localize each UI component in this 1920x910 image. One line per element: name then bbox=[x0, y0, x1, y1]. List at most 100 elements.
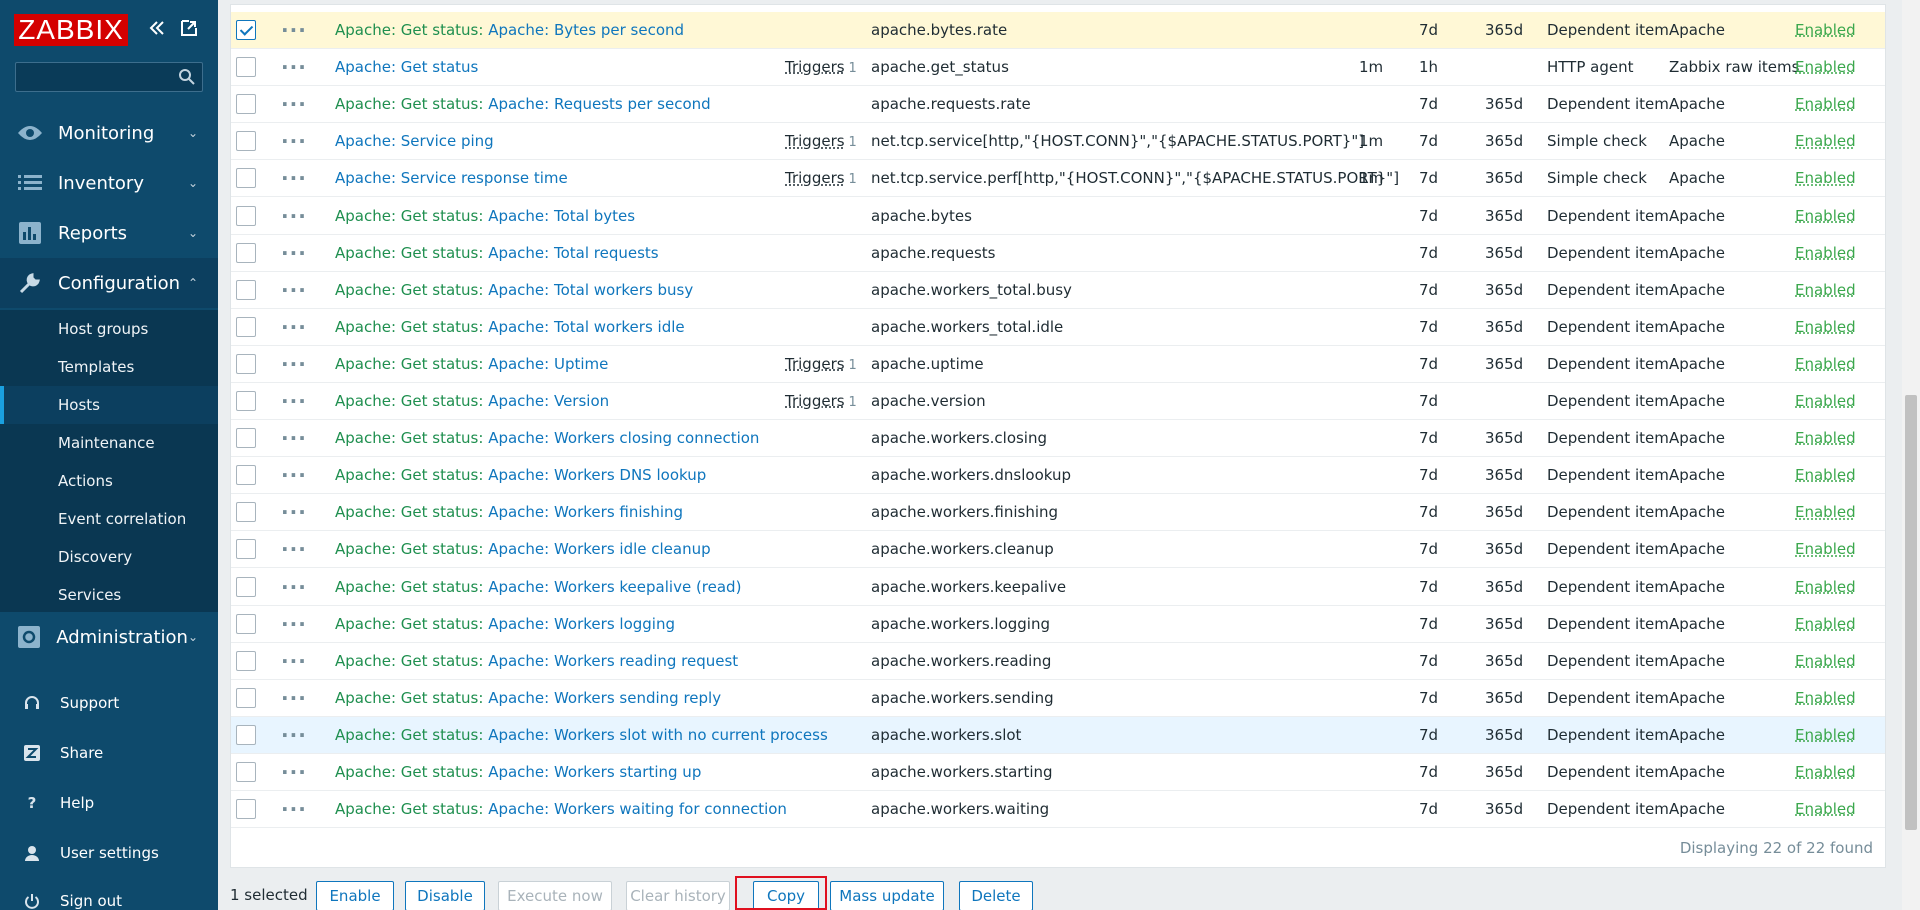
master-item-link[interactable]: Apache: Get status: bbox=[335, 615, 488, 633]
item-status-toggle[interactable]: Enabled bbox=[1795, 198, 1856, 235]
submenu-hosts[interactable]: Hosts bbox=[0, 386, 218, 424]
item-status-toggle[interactable]: Enabled bbox=[1795, 606, 1856, 643]
menu-monitoring[interactable]: Monitoring ⌄ bbox=[0, 108, 218, 158]
item-status-toggle[interactable]: Enabled bbox=[1795, 160, 1856, 197]
share-link[interactable]: Share bbox=[0, 728, 218, 778]
kiosk-mode-icon[interactable] bbox=[178, 18, 200, 40]
row-menu-icon[interactable]: ··· bbox=[281, 717, 307, 754]
master-item-link[interactable]: Apache: Get status: bbox=[335, 355, 488, 373]
row-checkbox[interactable] bbox=[236, 279, 256, 300]
master-item-link[interactable]: Apache: Get status: bbox=[335, 800, 488, 818]
item-status-toggle[interactable]: Enabled bbox=[1795, 643, 1856, 680]
master-item-link[interactable]: Apache: Get status: bbox=[335, 466, 488, 484]
row-checkbox[interactable] bbox=[236, 428, 256, 449]
row-menu-icon[interactable]: ··· bbox=[281, 606, 307, 643]
item-status-toggle[interactable]: Enabled bbox=[1795, 383, 1856, 420]
item-status-toggle[interactable]: Enabled bbox=[1795, 12, 1856, 49]
row-checkbox[interactable] bbox=[236, 168, 256, 189]
item-status-toggle[interactable]: Enabled bbox=[1795, 49, 1856, 86]
row-menu-icon[interactable]: ··· bbox=[281, 531, 307, 568]
item-status-toggle[interactable]: Enabled bbox=[1795, 272, 1856, 309]
row-checkbox[interactable] bbox=[236, 57, 256, 78]
master-item-link[interactable]: Apache: Get status: bbox=[335, 540, 488, 558]
enable-button[interactable]: Enable bbox=[316, 881, 394, 910]
item-name-link[interactable]: Apache: Workers waiting for connection bbox=[488, 800, 787, 818]
row-menu-icon[interactable]: ··· bbox=[281, 420, 307, 457]
item-name-link[interactable]: Apache: Total workers busy bbox=[488, 281, 693, 299]
row-checkbox[interactable] bbox=[236, 687, 256, 708]
row-menu-icon[interactable]: ··· bbox=[281, 309, 307, 346]
item-name-link[interactable]: Apache: Total workers idle bbox=[488, 318, 684, 336]
page-scrollbar[interactable] bbox=[1902, 0, 1920, 910]
item-name-link[interactable]: Apache: Workers logging bbox=[488, 615, 675, 633]
item-status-toggle[interactable]: Enabled bbox=[1795, 680, 1856, 717]
item-status-toggle[interactable]: Enabled bbox=[1795, 754, 1856, 791]
master-item-link[interactable]: Apache: Get status: bbox=[335, 503, 488, 521]
row-checkbox[interactable] bbox=[236, 20, 256, 40]
user-settings-link[interactable]: User settings bbox=[0, 828, 218, 878]
row-menu-icon[interactable]: ··· bbox=[281, 12, 307, 49]
row-checkbox[interactable] bbox=[236, 94, 256, 115]
item-name-link[interactable]: Apache: Uptime bbox=[488, 355, 608, 373]
support-link[interactable]: Support bbox=[0, 678, 218, 728]
master-item-link[interactable]: Apache: Get status: bbox=[335, 763, 488, 781]
submenu-maintenance[interactable]: Maintenance bbox=[0, 424, 218, 462]
item-status-toggle[interactable]: Enabled bbox=[1795, 86, 1856, 123]
row-menu-icon[interactable]: ··· bbox=[281, 569, 307, 606]
item-name-link[interactable]: Apache: Workers starting up bbox=[488, 763, 701, 781]
item-status-toggle[interactable]: Enabled bbox=[1795, 346, 1856, 383]
row-checkbox[interactable] bbox=[236, 650, 256, 671]
row-checkbox[interactable] bbox=[236, 724, 256, 745]
master-item-link[interactable]: Apache: Get status: bbox=[335, 392, 488, 410]
item-status-toggle[interactable]: Enabled bbox=[1795, 309, 1856, 346]
delete-button[interactable]: Delete bbox=[959, 881, 1033, 910]
master-item-link[interactable]: Apache: Get status: bbox=[335, 318, 488, 336]
row-menu-icon[interactable]: ··· bbox=[281, 235, 307, 272]
menu-administration[interactable]: Administration ⌄ bbox=[0, 612, 218, 662]
item-name-link[interactable]: Apache: Service response time bbox=[335, 169, 568, 187]
menu-inventory[interactable]: Inventory ⌄ bbox=[0, 158, 218, 208]
row-checkbox[interactable] bbox=[236, 613, 256, 634]
triggers-link[interactable]: Triggers 1 bbox=[785, 160, 857, 197]
row-checkbox[interactable] bbox=[236, 205, 256, 226]
scrollbar-thumb[interactable] bbox=[1905, 395, 1917, 830]
row-menu-icon[interactable]: ··· bbox=[281, 123, 307, 160]
submenu-host-groups[interactable]: Host groups bbox=[0, 310, 218, 348]
item-name-link[interactable]: Apache: Workers closing connection bbox=[488, 429, 759, 447]
item-status-toggle[interactable]: Enabled bbox=[1795, 531, 1856, 568]
row-menu-icon[interactable]: ··· bbox=[281, 643, 307, 680]
submenu-actions[interactable]: Actions bbox=[0, 462, 218, 500]
item-name-link[interactable]: Apache: Requests per second bbox=[488, 95, 710, 113]
master-item-link[interactable]: Apache: Get status: bbox=[335, 281, 488, 299]
collapse-sidebar-icon[interactable] bbox=[146, 18, 168, 40]
master-item-link[interactable]: Apache: Get status: bbox=[335, 207, 488, 225]
item-name-link[interactable]: Apache: Version bbox=[488, 392, 609, 410]
submenu-discovery[interactable]: Discovery bbox=[0, 538, 218, 576]
master-item-link[interactable]: Apache: Get status: bbox=[335, 95, 488, 113]
row-menu-icon[interactable]: ··· bbox=[281, 198, 307, 235]
submenu-services[interactable]: Services bbox=[0, 576, 218, 614]
item-name-link[interactable]: Apache: Total requests bbox=[488, 244, 658, 262]
item-name-link[interactable]: Apache: Get status bbox=[335, 58, 478, 76]
master-item-link[interactable]: Apache: Get status: bbox=[335, 726, 488, 744]
row-menu-icon[interactable]: ··· bbox=[281, 791, 307, 828]
row-menu-icon[interactable]: ··· bbox=[281, 346, 307, 383]
row-checkbox[interactable] bbox=[236, 316, 256, 337]
row-checkbox[interactable] bbox=[236, 762, 256, 782]
item-name-link[interactable]: Apache: Workers idle cleanup bbox=[488, 540, 710, 558]
triggers-link[interactable]: Triggers 1 bbox=[785, 49, 857, 86]
triggers-link[interactable]: Triggers 1 bbox=[785, 123, 857, 160]
row-checkbox[interactable] bbox=[236, 539, 256, 560]
item-name-link[interactable]: Apache: Workers DNS lookup bbox=[488, 466, 706, 484]
row-checkbox[interactable] bbox=[236, 131, 256, 152]
item-name-link[interactable]: Apache: Workers keepalive (read) bbox=[488, 578, 741, 596]
disable-button[interactable]: Disable bbox=[405, 881, 485, 910]
row-menu-icon[interactable]: ··· bbox=[281, 383, 307, 420]
sign-out-link[interactable]: Sign out bbox=[0, 876, 218, 910]
row-menu-icon[interactable]: ··· bbox=[281, 457, 307, 494]
row-checkbox[interactable] bbox=[236, 799, 256, 820]
item-status-toggle[interactable]: Enabled bbox=[1795, 494, 1856, 531]
menu-configuration[interactable]: Configuration ⌃ bbox=[0, 258, 218, 308]
row-menu-icon[interactable]: ··· bbox=[281, 272, 307, 309]
master-item-link[interactable]: Apache: Get status: bbox=[335, 652, 488, 670]
